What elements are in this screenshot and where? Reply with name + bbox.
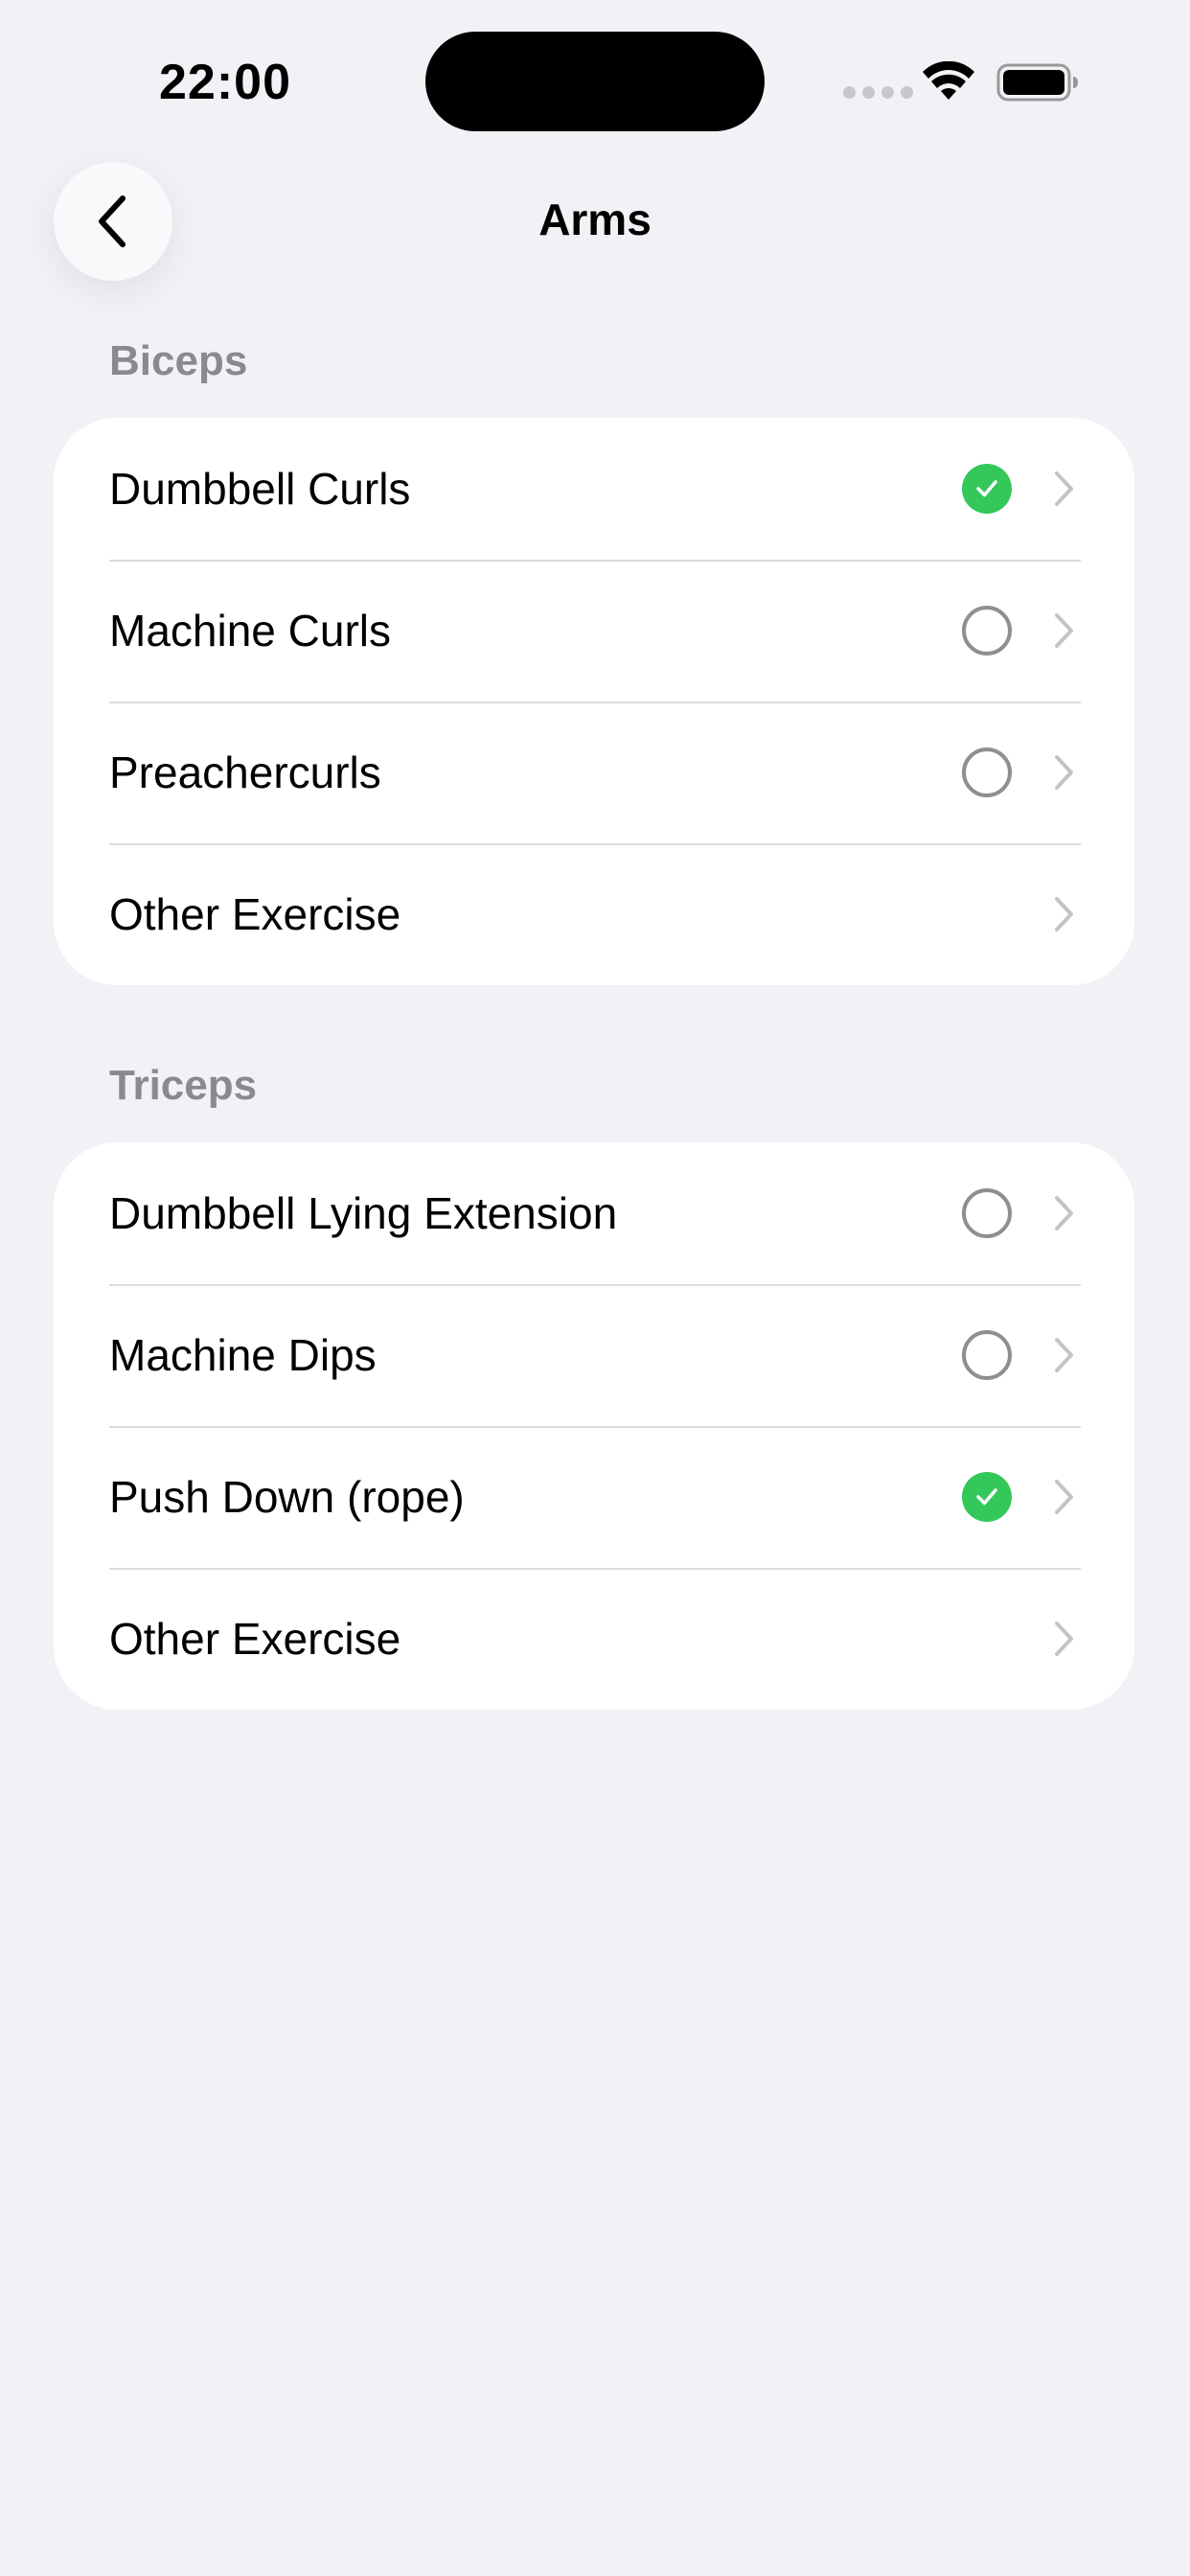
chevron-right-icon <box>1055 1338 1073 1372</box>
exercise-label: Dumbbell Lying Extension <box>109 1188 618 1238</box>
exercise-label: Push Down (rope) <box>109 1472 465 1522</box>
cellular-signal-icon <box>843 86 913 99</box>
exercise-row-dumbbell-lying-extension[interactable]: Dumbbell Lying Extension <box>54 1142 1134 1284</box>
exercise-row-other-exercise[interactable]: Other Exercise <box>54 843 1134 985</box>
chevron-right-icon <box>1055 1622 1073 1656</box>
chevron-right-icon <box>1055 755 1073 790</box>
dynamic-island <box>425 32 765 131</box>
checkmark-circle-icon <box>962 1472 1012 1522</box>
biceps-list: Dumbbell Curls Machine Curls Preachercur… <box>54 418 1134 985</box>
exercise-row-machine-dips[interactable]: Machine Dips <box>54 1284 1134 1426</box>
status-time: 22:00 <box>159 55 291 110</box>
chevron-right-icon <box>1055 1196 1073 1230</box>
section-header-triceps: Triceps <box>109 1062 258 1109</box>
empty-circle-icon <box>962 1188 1012 1238</box>
empty-circle-icon <box>962 1330 1012 1380</box>
empty-circle-icon <box>962 606 1012 656</box>
exercise-label: Other Exercise <box>109 889 401 939</box>
exercise-row-dumbbell-curls[interactable]: Dumbbell Curls <box>54 418 1134 560</box>
exercise-row-push-down-rope[interactable]: Push Down (rope) <box>54 1426 1134 1568</box>
exercise-label: Preachercurls <box>109 748 381 797</box>
chevron-right-icon <box>1055 472 1073 506</box>
exercise-row-machine-curls[interactable]: Machine Curls <box>54 560 1134 702</box>
section-header-biceps: Biceps <box>109 337 248 384</box>
triceps-list: Dumbbell Lying Extension Machine Dips Pu… <box>54 1142 1134 1710</box>
exercise-label: Machine Dips <box>109 1330 377 1380</box>
page-title: Arms <box>538 195 652 244</box>
checkmark-circle-icon <box>962 464 1012 514</box>
chevron-right-icon <box>1055 1480 1073 1514</box>
status-bar: 22:00 <box>0 0 1190 144</box>
exercise-row-preachercurls[interactable]: Preachercurls <box>54 702 1134 843</box>
exercise-row-other-exercise[interactable]: Other Exercise <box>54 1568 1134 1710</box>
exercise-label: Other Exercise <box>109 1614 401 1664</box>
exercise-label: Dumbbell Curls <box>109 464 411 514</box>
battery-icon <box>996 63 1078 102</box>
empty-circle-icon <box>962 748 1012 797</box>
chevron-right-icon <box>1055 613 1073 648</box>
chevron-right-icon <box>1055 897 1073 932</box>
wifi-icon <box>923 61 974 100</box>
exercise-label: Machine Curls <box>109 606 391 656</box>
